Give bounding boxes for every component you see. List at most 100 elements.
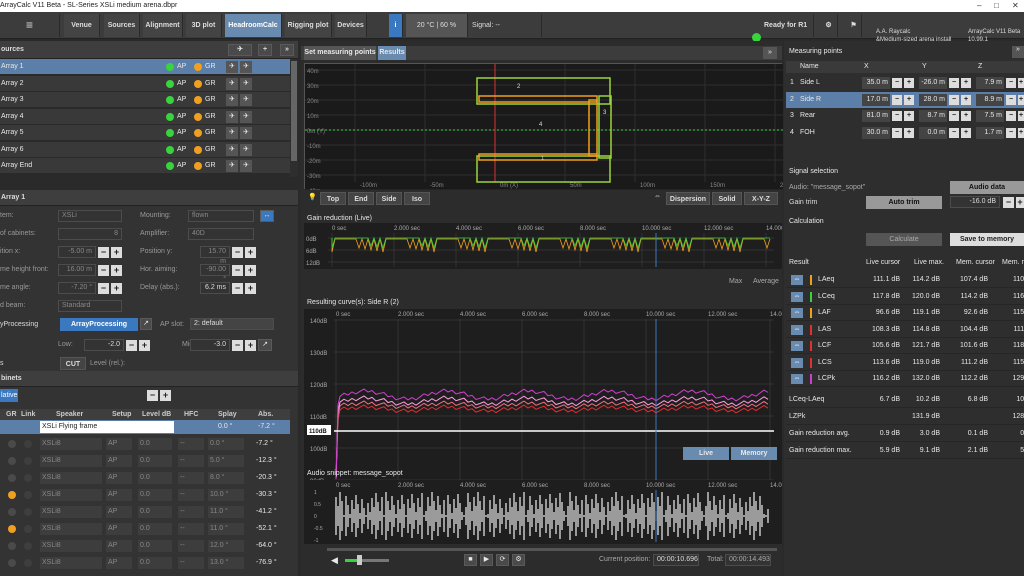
result-row[interactable]: ⇔ LCF 105.6 dB 121.7 dB 101.6 dB 118.7 — [786, 338, 1024, 354]
result-toggle-icon[interactable]: ⇔ — [791, 324, 803, 335]
view-xyz[interactable]: X-Y-Z — [744, 192, 778, 205]
mp-z-field[interactable]: 8.9 m — [976, 93, 1004, 106]
result-row[interactable]: ⇔ LCPk 116.2 dB 132.0 dB 112.2 dB 129.0 — [786, 371, 1024, 387]
speaker-select[interactable]: XSLi8 — [40, 557, 102, 569]
solo-icon[interactable]: ✈ — [240, 143, 252, 156]
speaker-select[interactable]: XSLi8 — [40, 472, 102, 484]
source-row[interactable]: Array 4 AP GR ✈ ✈ — [0, 108, 290, 125]
mute-icon[interactable]: ✈ — [226, 61, 238, 73]
mp-x-field[interactable]: 35.0 m — [862, 77, 890, 89]
expand-button[interactable]: » — [280, 44, 294, 56]
mp-y-plus[interactable]: + — [961, 94, 971, 105]
level-field[interactable]: 0.0 — [138, 455, 172, 467]
processing-link-icon[interactable]: ↗ — [140, 318, 152, 330]
view-dispersion[interactable]: Dispersion — [666, 192, 710, 205]
hfc-select[interactable]: -- — [178, 540, 204, 552]
mp-y-plus[interactable]: + — [961, 111, 971, 121]
mid-minus[interactable]: − — [232, 340, 243, 351]
position-x-plus[interactable]: + — [111, 247, 122, 258]
volume-slider[interactable] — [345, 555, 389, 565]
cut-button[interactable]: CUT — [60, 357, 86, 370]
mp-y-minus[interactable]: − — [949, 111, 959, 121]
collapse-button[interactable]: » — [763, 47, 777, 59]
level-field[interactable]: 0.0 — [138, 438, 172, 450]
height-field[interactable]: 16.00 m — [58, 264, 96, 276]
mid-plus[interactable]: + — [245, 340, 256, 351]
settings-icon[interactable]: ⚙ — [820, 14, 838, 37]
amplifier-select[interactable]: 40D — [188, 228, 254, 240]
menu-button[interactable]: ≡ — [0, 14, 60, 37]
solo-icon[interactable]: ✈ — [240, 110, 252, 123]
memory-toggle[interactable]: Memory — [731, 447, 777, 460]
link-dot[interactable] — [24, 474, 32, 482]
lightbulb-icon[interactable]: 💡 — [308, 193, 317, 201]
minimize-icon[interactable]: – — [977, 0, 981, 12]
plan-view[interactable]: 40m30m20m10m0m (Y)-10m-20m-30m-40m-100m-… — [304, 63, 795, 195]
splay-select[interactable]: 8.0 ° — [208, 472, 244, 484]
result-row[interactable]: ⇔ LAeq 111.1 dB 114.2 dB 107.4 dB 110.6 — [786, 272, 1024, 288]
splay-select[interactable]: 0.0 ° — [208, 438, 244, 450]
mp-z-plus[interactable]: + — [1018, 127, 1024, 138]
mute-icon[interactable]: ✈ — [226, 77, 238, 90]
relative-toggle[interactable]: lative — [0, 389, 18, 402]
mounting-icon[interactable]: ↔ — [260, 210, 274, 222]
result-toggle-icon[interactable]: ⇔ — [791, 291, 803, 302]
speaker-select[interactable]: XSLi8 — [40, 438, 102, 450]
result-toggle-icon[interactable]: ⇔ — [791, 357, 803, 368]
tab-devices[interactable]: Devices — [335, 14, 367, 37]
tab-results[interactable]: Results — [378, 46, 406, 60]
audio-waveform[interactable]: 0 sec 2.000 sec 4.000 sec 6.000 sec 8.000 se… — [304, 480, 799, 544]
speaker-select[interactable]: XSLi8 — [40, 489, 102, 501]
level-field[interactable]: 0.0 — [138, 540, 172, 552]
delay-minus[interactable]: − — [232, 283, 243, 294]
mp-row[interactable]: 1 Side L 35.0 m − + -26.0 m − +7.9 m − + — [786, 75, 1024, 91]
source-row[interactable]: Array End AP GR ✈ ✈ — [0, 158, 290, 174]
cabinet-row[interactable]: XSLi8 AP 0.0 -- 10.0 ° -30.3 ° — [0, 487, 290, 503]
source-row[interactable]: Array 5 AP GR ✈ ✈ — [0, 125, 290, 141]
splay-select[interactable]: 5.0 ° — [208, 455, 244, 467]
view-top[interactable]: Top — [320, 192, 346, 205]
tab-set-measuring-points[interactable]: Set measuring points — [304, 46, 376, 60]
hfc-select[interactable]: -- — [178, 472, 204, 484]
delay-field[interactable]: 6.2 ms — [200, 282, 230, 294]
hor-aiming-plus[interactable]: + — [245, 265, 256, 276]
hor-aiming-field[interactable]: -90.00 ° — [200, 264, 230, 283]
level-field[interactable]: 0.0 — [138, 557, 172, 569]
result-toggle-icon[interactable]: ⇔ — [791, 275, 803, 285]
speaker-select[interactable]: XSLi8 — [40, 455, 102, 467]
info-button[interactable]: i — [389, 14, 403, 37]
mp-z-minus[interactable]: − — [1006, 127, 1016, 138]
source-row[interactable]: Array 1 AP GR ✈ ✈ — [0, 59, 290, 75]
mp-z-minus[interactable]: − — [1006, 94, 1016, 105]
link-dot[interactable] — [24, 457, 32, 465]
hfc-select[interactable]: -- — [178, 506, 204, 518]
hfc-select[interactable]: -- — [178, 438, 204, 450]
live-toggle[interactable]: Live — [683, 447, 729, 460]
play-button[interactable]: ▶ — [480, 554, 493, 566]
hfc-select[interactable]: -- — [178, 489, 204, 501]
link-dot[interactable] — [24, 542, 32, 550]
result-toggle-icon[interactable]: ⇔ — [791, 341, 803, 351]
sources-scrollbar[interactable] — [290, 59, 298, 177]
setup-select[interactable]: AP — [106, 489, 132, 501]
level-field[interactable]: 0.0 — [138, 472, 172, 484]
view-end[interactable]: End — [348, 192, 374, 205]
temperature-display[interactable]: 20 °C | 60 % — [406, 14, 468, 37]
view-solid[interactable]: Solid — [712, 192, 742, 205]
mp-y-field[interactable]: -26.0 m — [919, 77, 947, 89]
setup-select[interactable]: AP — [106, 438, 132, 450]
height-minus[interactable]: − — [98, 265, 109, 276]
mp-x-field[interactable]: 30.0 m — [862, 126, 890, 139]
link-dot[interactable] — [24, 525, 32, 533]
gr-dot[interactable] — [8, 491, 16, 499]
setup-select[interactable]: AP — [106, 523, 132, 535]
link-dot[interactable] — [24, 508, 32, 516]
source-row[interactable]: Array 3 AP GR ✈ ✈ — [0, 92, 290, 108]
level-field[interactable]: 0.0 — [138, 506, 172, 518]
mute-icon[interactable]: ✈ — [226, 160, 238, 172]
tab-3d-plot[interactable]: 3D plot — [186, 14, 222, 37]
link-icon[interactable]: ⇔ — [654, 193, 661, 200]
result-row[interactable]: ⇔ LCS 113.6 dB 119.0 dB 111.2 dB 115.6 — [786, 355, 1024, 371]
mute-icon[interactable]: ✈ — [226, 127, 238, 139]
splay-select[interactable]: 10.0 ° — [208, 489, 244, 501]
